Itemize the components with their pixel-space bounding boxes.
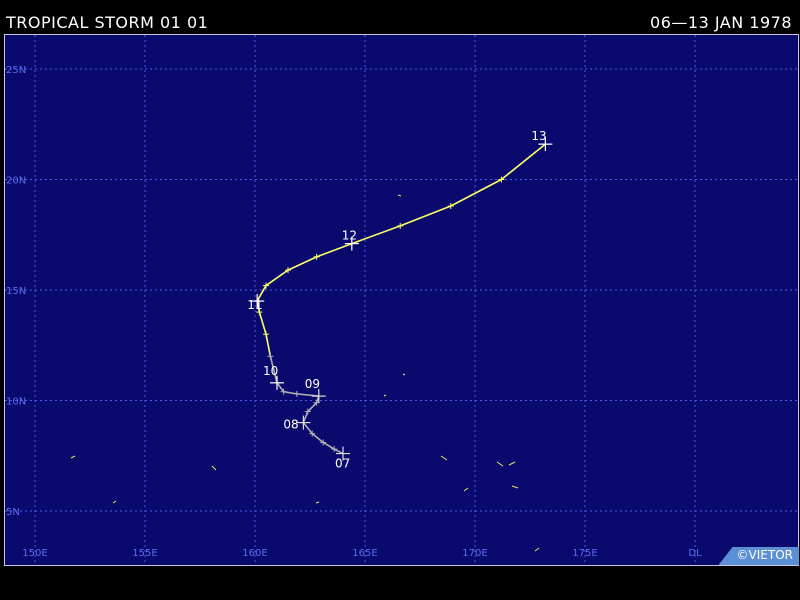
day-label: 08 <box>283 418 298 432</box>
lon-label: 150E <box>22 548 47 559</box>
lon-label: 165E <box>352 548 377 559</box>
track-segment <box>302 411 309 423</box>
island <box>70 455 76 459</box>
track-segment <box>500 143 546 181</box>
lon-label: 170E <box>462 548 487 559</box>
day-label: 11 <box>247 298 262 312</box>
island <box>211 465 217 471</box>
track-segment <box>399 205 452 227</box>
lat-label: 15N <box>6 286 26 297</box>
track-segment <box>351 225 401 245</box>
lat-label: 10N <box>6 397 26 408</box>
track-segment <box>302 422 313 435</box>
track-segment <box>287 256 317 271</box>
lat-label: 5N <box>6 507 20 518</box>
lat-label: 20N <box>6 176 26 187</box>
islands <box>70 194 540 552</box>
day-label: 10 <box>263 364 278 378</box>
lat-lon-grid <box>5 35 798 565</box>
island <box>508 461 516 466</box>
island <box>315 501 320 504</box>
storm-track: 07 08 09 10 11 12 13 <box>247 129 553 471</box>
lon-label: 160E <box>242 548 267 559</box>
island <box>402 373 406 376</box>
island <box>496 461 504 467</box>
track-segment <box>322 441 335 450</box>
track-segment <box>258 311 267 335</box>
axis-labels: 25N 20N 15N 10N 5N 150E 155E 160E 165E 170E 175E DL <box>6 65 702 559</box>
lat-label: 25N <box>6 65 26 76</box>
track-segment <box>307 402 318 413</box>
copyright-badge: ©VIETOR <box>718 547 799 565</box>
day-label: 07 <box>335 457 350 471</box>
island <box>397 194 402 197</box>
track-segment <box>316 242 353 258</box>
island <box>463 487 469 492</box>
track-segment <box>265 334 272 357</box>
lon-label: 155E <box>132 548 157 559</box>
storm-track-map: 07 08 09 10 11 12 13 25N 20N 15N 10N 5N 150E 155E 160… <box>5 35 798 565</box>
lon-label: 175E <box>572 548 597 559</box>
track-segment <box>265 269 289 287</box>
track-segment <box>450 178 502 207</box>
track-segment <box>333 448 344 455</box>
island <box>112 500 117 504</box>
lon-label: DL <box>688 548 702 559</box>
track-segment <box>276 382 285 393</box>
island <box>440 455 448 461</box>
island <box>511 485 519 489</box>
island <box>383 394 387 397</box>
day-label: 09 <box>305 377 320 391</box>
day-label: 13 <box>531 129 546 143</box>
track-segment <box>311 433 324 444</box>
island <box>534 547 540 552</box>
day-label: 12 <box>342 229 357 243</box>
